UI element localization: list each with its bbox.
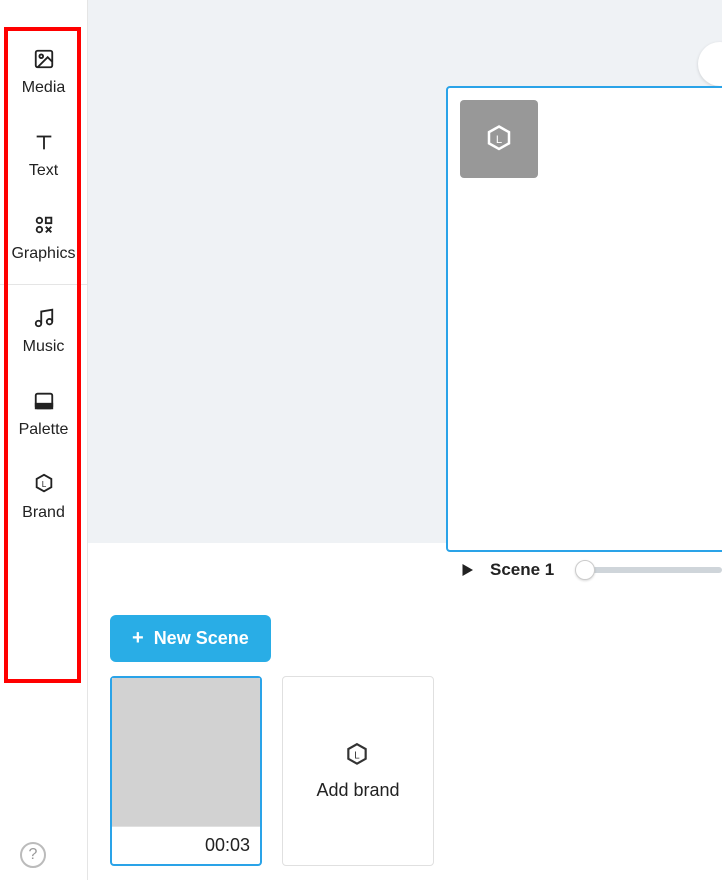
canvas[interactable]: L: [446, 86, 722, 552]
text-icon: [31, 129, 57, 155]
plus-icon: +: [132, 627, 144, 650]
new-scene-button[interactable]: + New Scene: [110, 615, 271, 662]
scene-label: Scene 1: [490, 560, 554, 580]
main: L Scene 1 + New Scene 00: [88, 0, 722, 880]
sidebar-item-media[interactable]: Media: [0, 30, 87, 113]
add-brand-card[interactable]: L Add brand: [282, 676, 434, 866]
sidebar-item-label: Media: [22, 78, 66, 97]
bottom-panel: + New Scene 00:03 L Add brand: [88, 543, 722, 880]
help-row: ?: [0, 830, 87, 880]
svg-text:L: L: [496, 134, 502, 146]
sidebar-item-label: Graphics: [11, 244, 75, 263]
playbar: Scene 1: [458, 555, 722, 585]
scene-preview: [112, 678, 260, 827]
svg-text:L: L: [41, 480, 46, 489]
media-icon: [31, 46, 57, 72]
sidebar-item-brand[interactable]: L Brand: [0, 455, 87, 538]
help-icon: ?: [29, 846, 38, 864]
new-scene-label: New Scene: [154, 628, 249, 649]
sidebar: Media Text Graphics Music: [0, 0, 88, 880]
svg-text:L: L: [354, 750, 360, 761]
play-icon: [458, 561, 476, 579]
scene-duration: 00:03: [112, 827, 260, 864]
sidebar-group-bottom: Music Palette L Brand: [0, 289, 87, 539]
scene-thumbnail-1[interactable]: 00:03: [110, 676, 262, 866]
music-icon: [31, 305, 57, 331]
brand-element[interactable]: L: [460, 100, 538, 178]
sidebar-item-text[interactable]: Text: [0, 113, 87, 196]
help-button[interactable]: ?: [20, 842, 46, 868]
sidebar-item-label: Palette: [19, 420, 69, 439]
sidebar-item-label: Music: [23, 337, 65, 356]
sidebar-item-label: Text: [29, 161, 58, 180]
sidebar-item-music[interactable]: Music: [0, 289, 87, 372]
timeline-slider[interactable]: [576, 567, 722, 573]
sidebar-item-palette[interactable]: Palette: [0, 372, 87, 455]
palette-icon: [31, 388, 57, 414]
play-button[interactable]: [458, 561, 476, 579]
slider-thumb[interactable]: [575, 560, 595, 580]
scene-thumbnails: 00:03 L Add brand: [110, 676, 700, 866]
brand-hex-icon: L: [484, 124, 514, 154]
brand-icon: L: [31, 471, 57, 497]
sidebar-group-top: Media Text Graphics: [0, 0, 87, 280]
sidebar-divider: [0, 284, 87, 285]
canvas-area: L Scene 1: [88, 0, 722, 543]
sidebar-item-graphics[interactable]: Graphics: [0, 196, 87, 279]
sidebar-item-label: Brand: [22, 503, 65, 522]
graphics-icon: [31, 212, 57, 238]
brand-hex-icon: L: [344, 742, 372, 770]
add-brand-label: Add brand: [316, 780, 399, 801]
